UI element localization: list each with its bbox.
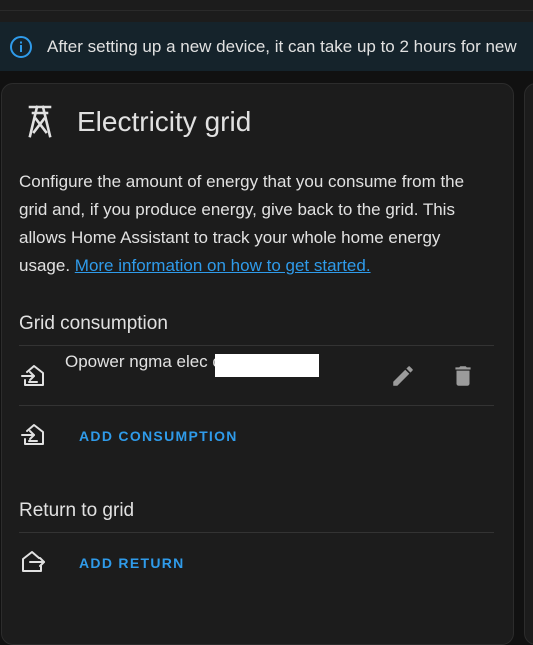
info-banner: After setting up a new device, it can ta…	[0, 22, 533, 71]
card-description: Configure the amount of energy that you …	[19, 168, 494, 280]
transmission-tower-export-icon	[22, 551, 45, 572]
transmission-tower-icon	[28, 105, 52, 138]
grid-consumption-divider-top	[19, 345, 494, 346]
transmission-tower-import-icon	[21, 365, 44, 386]
grid-consumption-divider-bottom	[19, 405, 494, 406]
card-header: Electricity grid	[20, 102, 251, 142]
return-to-grid-title: Return to grid	[19, 500, 135, 521]
info-icon	[10, 35, 32, 58]
top-bar	[0, 0, 533, 22]
pencil-icon[interactable]	[390, 363, 416, 389]
grid-consumption-title: Grid consumption	[19, 313, 168, 334]
more-info-link[interactable]: More information on how to get started.	[75, 256, 371, 275]
electricity-grid-card: Electricity grid Configure the amount of…	[1, 83, 514, 645]
redaction-box	[215, 354, 319, 377]
add-consumption-icon	[21, 424, 44, 445]
add-return-button[interactable]: ADD RETURN	[79, 555, 185, 571]
return-to-grid-divider	[19, 532, 494, 533]
top-bar-divider	[0, 10, 533, 11]
adjacent-card	[524, 83, 533, 645]
delete-icon[interactable]	[450, 363, 476, 389]
info-banner-text: After setting up a new device, it can ta…	[47, 36, 517, 56]
add-consumption-button[interactable]: ADD CONSUMPTION	[79, 428, 238, 444]
card-title: Electricity grid	[77, 106, 252, 137]
